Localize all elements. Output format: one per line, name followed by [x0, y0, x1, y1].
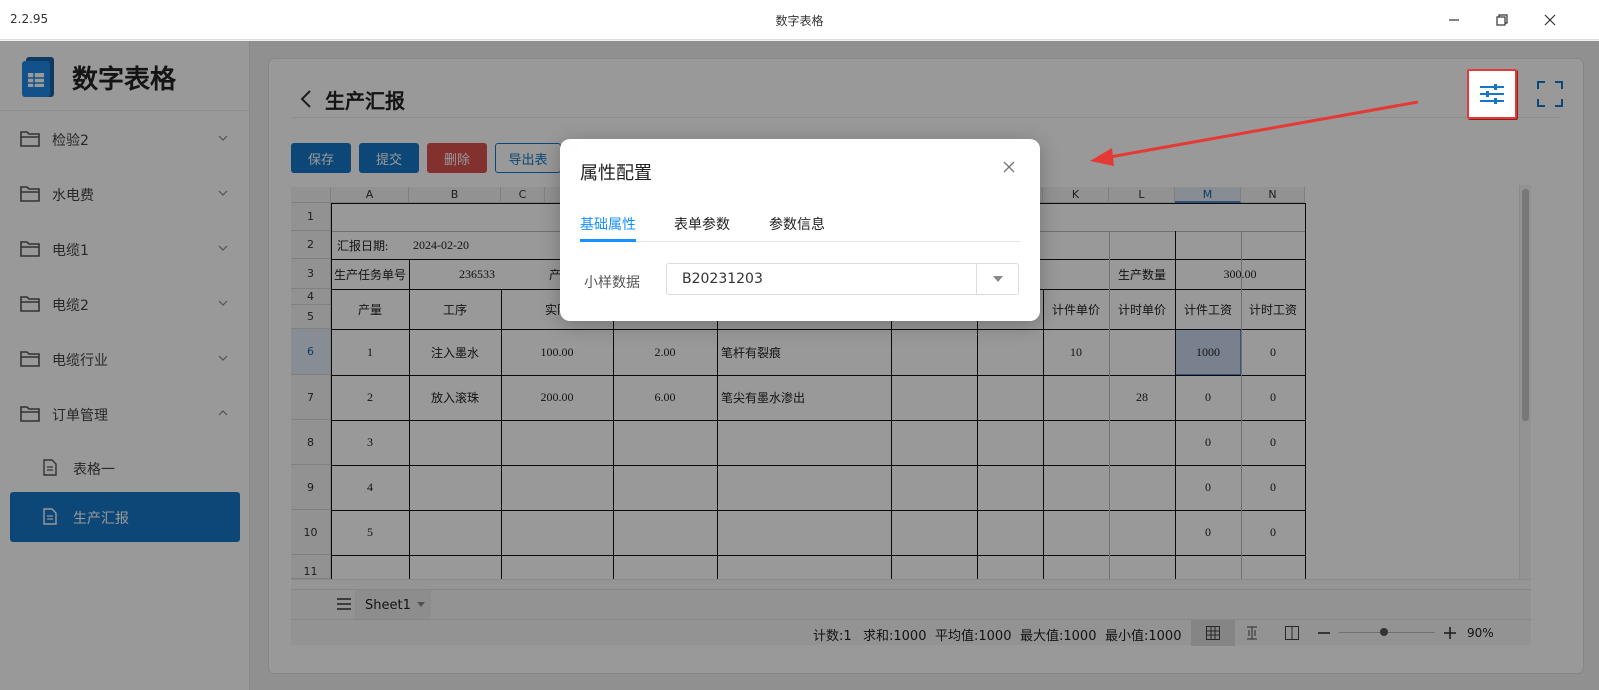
sample-data-value: B20231203: [682, 271, 763, 287]
sample-data-select[interactable]: B20231203: [666, 263, 1019, 295]
tab-param-info[interactable]: 参数信息: [769, 214, 825, 234]
window-title: 数字表格: [775, 14, 824, 28]
minimize-button[interactable]: [1442, 8, 1466, 32]
sliders-icon: [1480, 84, 1504, 104]
close-icon[interactable]: [1003, 161, 1015, 173]
restore-button[interactable]: [1490, 8, 1514, 32]
close-window-button[interactable]: [1538, 8, 1562, 32]
title-bar: 2.2.95 数字表格: [0, 0, 1599, 40]
close-icon: [1544, 14, 1556, 26]
property-config-dialog: 属性配置 基础属性 表单参数 参数信息 小样数据 B20231203: [560, 139, 1040, 321]
dialog-title: 属性配置: [580, 163, 652, 184]
caret-down-icon: [992, 276, 1003, 282]
sample-data-label: 小样数据: [584, 275, 640, 291]
tab-basic-properties[interactable]: 基础属性: [580, 214, 636, 234]
tab-form-params[interactable]: 表单参数: [674, 214, 730, 234]
tab-active-indicator: [580, 239, 636, 242]
property-config-button-highlight[interactable]: [1467, 69, 1517, 119]
select-arrow[interactable]: [976, 264, 1018, 294]
tab-divider: [580, 241, 1020, 242]
restore-icon: [1496, 14, 1508, 26]
annotation-arrow-icon: [1090, 100, 1419, 166]
minimize-icon: [1449, 19, 1459, 21]
